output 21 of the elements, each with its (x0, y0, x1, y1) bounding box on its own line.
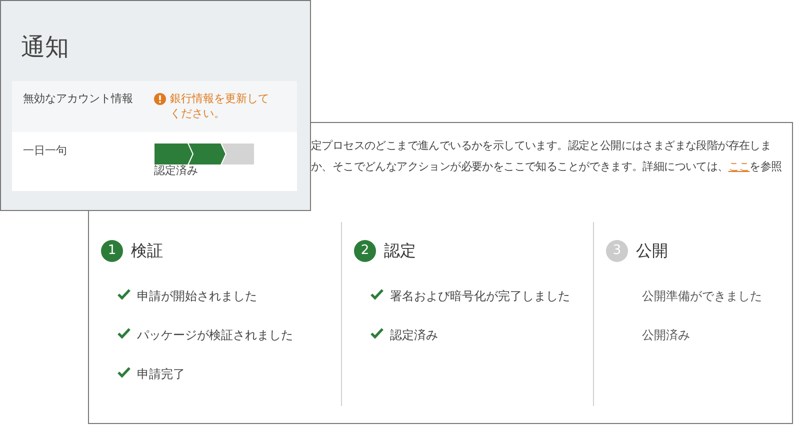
stage-title: 公開 (636, 240, 668, 262)
stage-title: 検証 (131, 240, 163, 262)
stage-item: 公開済み (642, 327, 691, 344)
stage-item: 申請が開始されました (137, 288, 258, 305)
progress-caption: 認定済み (154, 164, 199, 178)
step-number: 1 (101, 240, 123, 262)
stage-item: 署名および暗号化が完了しました (390, 288, 571, 305)
description-text: 定プロセスのどこまで進んでいるかを示しています。認定と公開にはさまざまな段階が存在しま (311, 138, 772, 154)
stage-item: 申請完了 (137, 366, 186, 383)
warning-icon (154, 93, 166, 105)
description-text: か、そこでどんなアクションが必要かをここで知ることができます。詳細については、ここ を参照 (311, 159, 783, 175)
stage-item: 公開準備ができました (642, 288, 763, 305)
row-label: 一日一句 (22, 143, 68, 159)
row-label: 無効なアカウント情報 (22, 91, 134, 107)
stage-item: 認定済み (390, 327, 439, 344)
alert-message: 銀行情報を更新してください。 (170, 91, 270, 121)
popup-title: 通知 (21, 32, 69, 63)
details-link[interactable]: ここ (728, 160, 750, 173)
stage-item: パッケージが検証されました (137, 327, 294, 344)
step-number: 2 (354, 240, 376, 262)
stage-title: 認定 (384, 240, 416, 262)
